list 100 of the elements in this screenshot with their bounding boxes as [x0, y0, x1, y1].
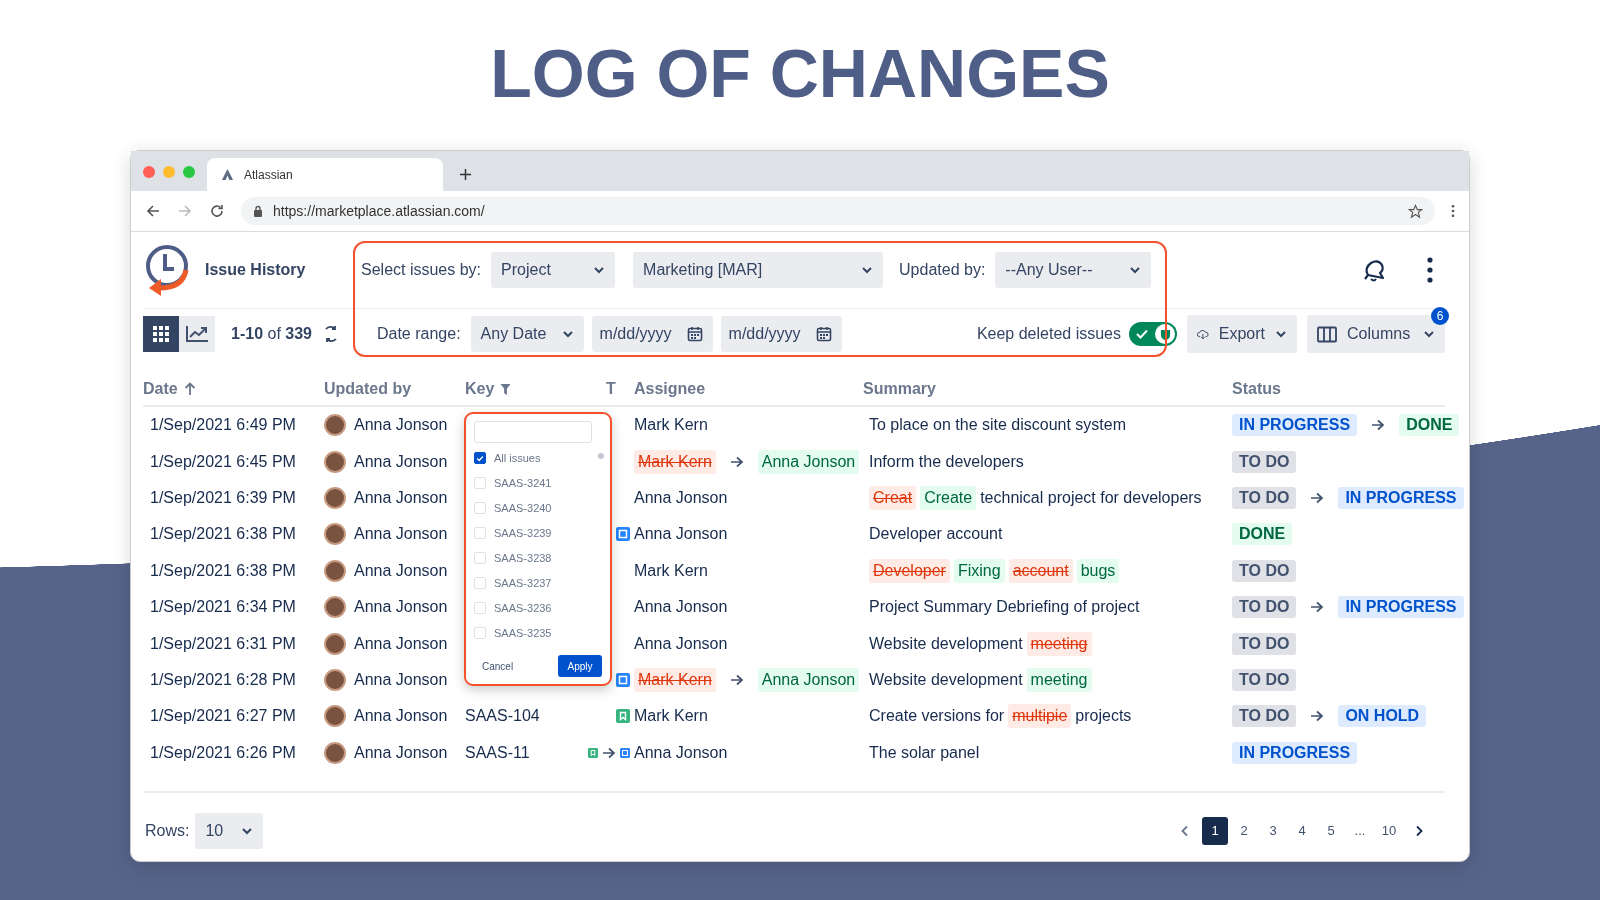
assignee-name: Anna Jonson [634, 598, 728, 617]
apply-button[interactable]: Apply [558, 655, 602, 677]
added-text: bugs [1076, 558, 1120, 583]
minimize-dot[interactable] [163, 166, 175, 178]
status-lozenge: TO DO [1232, 668, 1297, 691]
date-cell: 1/Sep/2021 6:34 PM [150, 598, 296, 617]
updated-by-label: Updated by: [899, 261, 986, 279]
column-header[interactable]: Summary [863, 380, 936, 398]
filter-value-dropdown[interactable]: Marketing [MAR] [633, 252, 884, 288]
added-assignee: Anna Jonson [757, 449, 860, 474]
filter-option-label[interactable]: SAAS-3239 [494, 527, 552, 539]
date-cell: 1/Sep/2021 6:39 PM [150, 488, 296, 507]
column-header[interactable]: Status [1232, 380, 1281, 398]
rows-per-page-dropdown[interactable]: 10 [195, 812, 264, 849]
previous-page-icon[interactable] [1181, 824, 1189, 837]
avatar [324, 705, 346, 728]
sort-arrow-icon[interactable] [183, 382, 196, 396]
arrow-icon [1310, 710, 1325, 723]
arrow-icon [602, 746, 616, 759]
lock-icon [253, 205, 263, 217]
close-dot[interactable] [143, 166, 155, 178]
end-date-field[interactable]: m/dd/yyyy [720, 316, 842, 352]
chart-view-button[interactable] [179, 316, 215, 352]
page-button[interactable]: 2 [1231, 816, 1257, 845]
reload-icon[interactable] [209, 203, 225, 219]
avatar [324, 486, 346, 509]
page-button[interactable]: 4 [1289, 816, 1315, 845]
issue-key[interactable]: SAAS-104 [465, 707, 540, 726]
keep-deleted-toggle[interactable] [1129, 322, 1177, 346]
column-header[interactable]: Date [143, 380, 178, 398]
page-button[interactable]: ... [1347, 816, 1373, 845]
issue-key[interactable]: SAAS-11 [465, 743, 530, 762]
page-button[interactable]: 10 [1376, 816, 1402, 845]
column-header[interactable]: Assignee [634, 380, 706, 398]
export-button[interactable]: Export [1187, 315, 1297, 353]
calendar-icon[interactable] [815, 326, 832, 342]
bookmark-icon [588, 745, 598, 760]
user-name: Anna Jonson [354, 707, 448, 726]
removed-text: account [1008, 558, 1073, 583]
status-lozenge: IN PROGRESS [1232, 414, 1358, 437]
filter-option-label[interactable]: SAAS-3238 [494, 552, 552, 564]
bell-icon[interactable] [1361, 257, 1387, 283]
column-header[interactable]: Updated by [324, 380, 412, 398]
avatar [324, 632, 346, 655]
filter-option-label[interactable]: SAAS-3241 [494, 477, 552, 489]
removed-assignee: Mark Kern [634, 667, 716, 692]
filter-option-label[interactable]: All issues [494, 452, 541, 464]
columns-icon [1317, 325, 1337, 343]
star-icon[interactable] [1408, 203, 1423, 219]
column-header[interactable]: T [606, 380, 616, 398]
scrollbar-thumb[interactable] [598, 453, 604, 459]
filter-option-label[interactable]: SAAS-3240 [494, 502, 552, 514]
user-name: Anna Jonson [354, 488, 448, 507]
next-page-icon[interactable] [1415, 824, 1423, 837]
column-header[interactable]: Key [465, 380, 495, 398]
user-dropdown[interactable]: --Any User-- [995, 252, 1152, 288]
date-cell: 1/Sep/2021 6:49 PM [150, 416, 296, 435]
user-name: Anna Jonson [354, 598, 448, 617]
avatar [324, 741, 346, 764]
user-name: Anna Jonson [354, 670, 448, 689]
filter-option-label[interactable]: SAAS-3236 [494, 602, 552, 614]
filter-option-label[interactable]: SAAS-3235 [494, 627, 552, 639]
chevron-down-icon [241, 826, 254, 835]
more-menu-icon[interactable] [1427, 257, 1433, 283]
square-icon [620, 745, 630, 760]
summary-text: projects [1075, 706, 1132, 727]
avatar [324, 668, 346, 691]
back-icon[interactable] [145, 203, 161, 219]
start-date-field[interactable]: m/dd/yyyy [591, 316, 713, 352]
status-lozenge: TO DO [1232, 596, 1297, 619]
cancel-button[interactable]: Cancel [474, 656, 522, 676]
filter-option-label[interactable]: SAAS-3237 [494, 577, 552, 589]
filter-icon[interactable] [500, 382, 512, 396]
status-lozenge: TO DO [1232, 705, 1297, 728]
bookmark-icon [616, 709, 630, 724]
arrow-icon [729, 673, 744, 686]
browser-tab[interactable]: Atlassian [207, 158, 443, 191]
removed-text: Creat [869, 485, 917, 510]
grid-icon [152, 325, 170, 343]
new-tab-icon[interactable] [459, 168, 472, 181]
user-name: Anna Jonson [354, 634, 448, 653]
page-button[interactable]: 1 [1202, 816, 1228, 845]
summary-text: Website development [869, 669, 1023, 690]
date-cell: 1/Sep/2021 6:38 PM [150, 525, 296, 544]
date-range-dropdown[interactable]: Any Date [470, 316, 584, 352]
removed-text: Developer [869, 558, 950, 583]
date-range-label: Date range: [376, 325, 461, 343]
calendar-icon[interactable] [686, 326, 703, 342]
assignee-name: Anna Jonson [634, 488, 728, 507]
address-bar[interactable]: https://marketplace.atlassian.com/ [241, 197, 1435, 225]
status-lozenge: DONE [1232, 523, 1293, 546]
table-view-button[interactable] [143, 316, 179, 352]
result-count: 1-10 of 339 [231, 325, 312, 343]
page-button[interactable]: 5 [1318, 816, 1344, 845]
browser-menu-icon[interactable] [1451, 204, 1455, 218]
maximize-dot[interactable] [183, 166, 195, 178]
filter-search-field[interactable] [474, 421, 592, 443]
checkbox[interactable] [474, 452, 486, 464]
page-button[interactable]: 3 [1260, 816, 1286, 845]
select-by-dropdown[interactable]: Project [491, 252, 616, 288]
